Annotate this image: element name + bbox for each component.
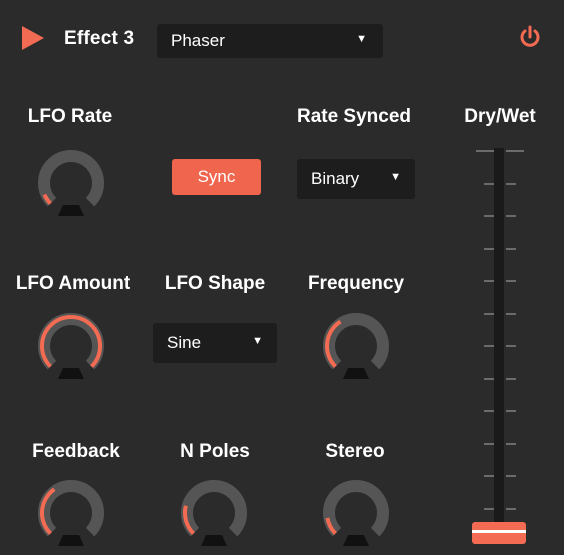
- fader-tick: [506, 345, 516, 347]
- fader-tick: [506, 475, 516, 477]
- lfo-amount-label: LFO Amount: [15, 273, 131, 294]
- fader-tick: [506, 507, 516, 510]
- dry-wet-fader-handle[interactable]: [472, 522, 526, 544]
- dry-wet-label: Dry/Wet: [464, 106, 536, 127]
- dry-wet-fader-scale: [470, 148, 530, 528]
- fader-tick: [484, 442, 494, 445]
- effect-type-value: Phaser: [171, 31, 225, 50]
- fader-tick: [484, 215, 494, 217]
- fader-tick: [484, 280, 494, 282]
- lfo-rate-label: LFO Rate: [27, 106, 113, 127]
- fader-tick: [484, 507, 494, 510]
- knob-base: [343, 535, 369, 546]
- fader-tick: [506, 150, 524, 152]
- effect-title: Effect 3: [64, 28, 135, 49]
- knob-base: [343, 368, 369, 379]
- lfo-shape-label: LFO Shape: [164, 273, 266, 294]
- lfo-shape-dropdown[interactable]: Sine ▼: [153, 323, 277, 363]
- lfo-rate-knob[interactable]: [33, 145, 109, 221]
- effect-type-dropdown[interactable]: Phaser ▼: [157, 24, 383, 58]
- fader-tick: [506, 182, 516, 185]
- n-poles-label: N Poles: [180, 441, 250, 462]
- fader-tick: [484, 410, 494, 412]
- chevron-down-icon: ▼: [252, 335, 263, 347]
- rate-synced-value: Binary: [311, 169, 360, 188]
- knob-track: [38, 150, 104, 207]
- chevron-down-icon: ▼: [390, 171, 401, 183]
- fader-tick: [484, 345, 494, 347]
- fader-tick: [476, 150, 494, 152]
- lfo-shape-value: Sine: [167, 333, 202, 352]
- knob-base: [58, 368, 84, 379]
- stereo-knob[interactable]: [318, 475, 394, 551]
- knob-track: [323, 480, 389, 537]
- frequency-knob[interactable]: [318, 308, 394, 384]
- knob-base: [201, 535, 227, 546]
- fader-tick: [506, 280, 516, 282]
- rate-synced-label: Rate Synced: [296, 106, 412, 127]
- fader-tick: [506, 442, 516, 445]
- lfo-amount-knob[interactable]: [33, 308, 109, 384]
- stereo-label: Stereo: [325, 441, 385, 462]
- fader-tick: [484, 247, 494, 250]
- fader-tick: [506, 410, 516, 412]
- fader-tick: [506, 377, 516, 380]
- fader-tick: [484, 312, 494, 315]
- play-icon[interactable]: [22, 26, 44, 50]
- n-poles-knob[interactable]: [176, 475, 252, 551]
- feedback-knob[interactable]: [33, 475, 109, 551]
- knob-track: [181, 480, 247, 537]
- fader-tick: [484, 182, 494, 185]
- fader-tick: [484, 377, 494, 380]
- fader-tick: [506, 312, 516, 315]
- feedback-label: Feedback: [32, 441, 120, 462]
- chevron-down-icon: ▼: [356, 33, 367, 45]
- sync-button[interactable]: Sync: [172, 159, 261, 195]
- power-icon[interactable]: [517, 24, 543, 50]
- fader-tick: [506, 215, 516, 217]
- knob-base: [58, 205, 84, 216]
- knob-base: [58, 535, 84, 546]
- fader-tick: [506, 247, 516, 250]
- frequency-label: Frequency: [307, 273, 405, 294]
- fader-tick: [484, 475, 494, 477]
- rate-synced-dropdown[interactable]: Binary ▼: [297, 159, 415, 199]
